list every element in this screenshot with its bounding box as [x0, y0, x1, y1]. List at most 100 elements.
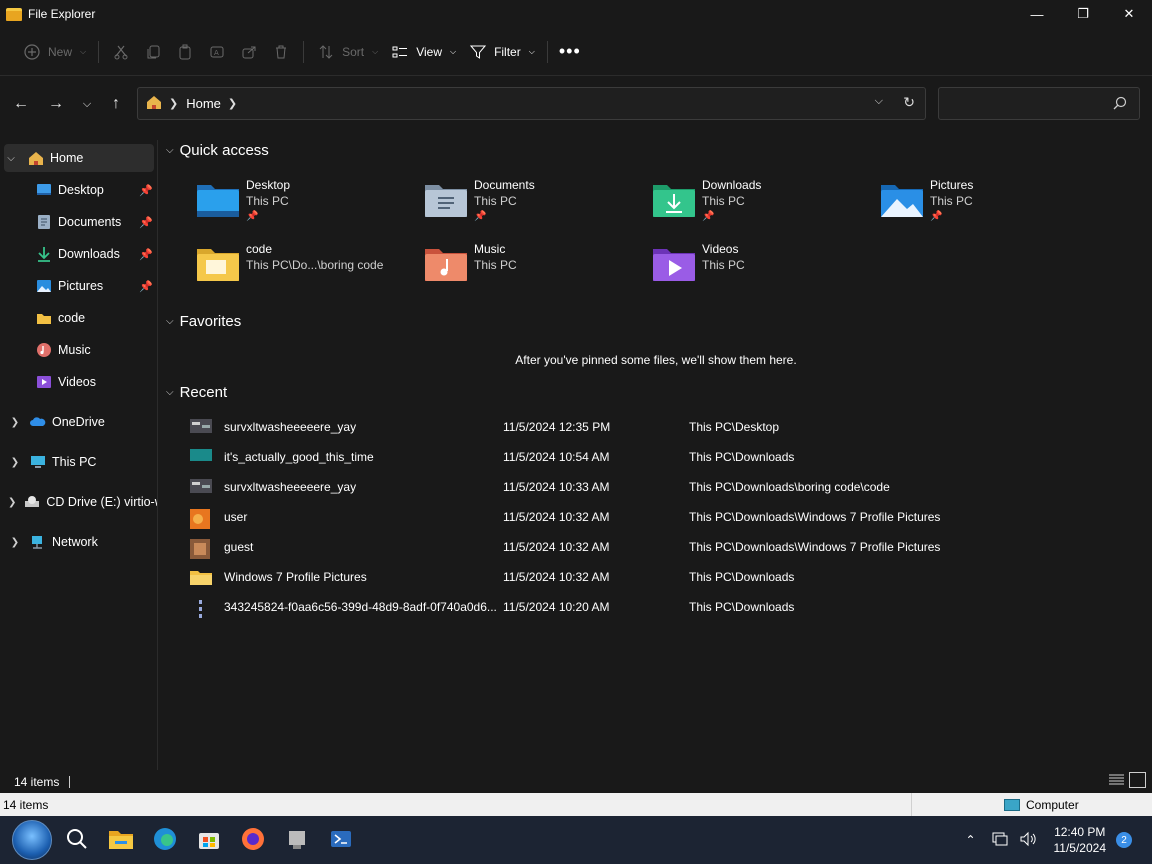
- powershell-taskbar-button[interactable]: [324, 824, 358, 856]
- list-item[interactable]: survxltwasheeeeere_yay 11/5/2024 12:35 P…: [190, 412, 1130, 442]
- copy-icon: [143, 42, 163, 62]
- file-date: 11/5/2024 10:32 AM: [503, 570, 610, 584]
- app-taskbar-button[interactable]: [280, 824, 314, 856]
- sidebar-item-home[interactable]: ⌵ Home: [4, 144, 154, 172]
- list-item[interactable]: Windows 7 Profile Pictures 11/5/2024 10:…: [190, 562, 1130, 592]
- favorites-empty-message: After you've pinned some files, we'll sh…: [515, 353, 797, 367]
- cut-button[interactable]: [105, 36, 137, 68]
- sidebar-item-label: Documents: [58, 215, 122, 229]
- quick-access-videos[interactable]: Videos This PC: [652, 241, 872, 297]
- sidebar-item-music[interactable]: Music: [0, 336, 157, 364]
- favorites-header[interactable]: ⌵ Favorites: [166, 313, 241, 330]
- network-icon[interactable]: [992, 831, 1008, 850]
- item-count: 14 items: [3, 797, 49, 812]
- sidebar-item-videos[interactable]: Videos: [0, 368, 157, 396]
- file-name: user: [224, 510, 248, 524]
- list-item[interactable]: 343245824-f0aa6c56-399d-48d9-8adf-0f740a…: [190, 592, 1130, 622]
- copy-button[interactable]: [137, 36, 169, 68]
- list-item[interactable]: guest 11/5/2024 10:32 AM This PC\Downloa…: [190, 532, 1130, 562]
- pin-icon[interactable]: 📌: [139, 280, 153, 293]
- sidebar-item-onedrive[interactable]: ❯ OneDrive: [0, 408, 157, 436]
- close-button[interactable]: ✕: [1106, 0, 1152, 28]
- pin-icon[interactable]: 📌: [139, 216, 153, 229]
- videos-folder-icon: [652, 244, 696, 282]
- sidebar-item-desktop[interactable]: Desktop 📌: [0, 176, 157, 204]
- notification-badge[interactable]: 2: [1116, 832, 1132, 848]
- file-location: This PC\Downloads: [689, 570, 795, 584]
- large-icons-view-button[interactable]: [1129, 772, 1146, 788]
- file-date: 11/5/2024 10:54 AM: [503, 450, 610, 464]
- view-button[interactable]: View ⌵: [384, 36, 462, 68]
- quick-access-documents[interactable]: Documents This PC 📌: [424, 177, 644, 233]
- start-button[interactable]: [12, 820, 52, 860]
- image-file-icon: [190, 419, 212, 435]
- chevron-right-icon[interactable]: ❯: [8, 537, 22, 548]
- restore-button[interactable]: ❐: [1060, 0, 1106, 28]
- desktop-icon: [36, 182, 52, 198]
- file-location: This PC\Desktop: [689, 420, 780, 434]
- search-icon: [66, 828, 88, 853]
- up-button[interactable]: ↑: [104, 92, 128, 116]
- chevron-right-icon[interactable]: ❯: [8, 457, 22, 468]
- volume-icon[interactable]: [1020, 831, 1036, 850]
- address-dropdown-icon[interactable]: ⌵: [875, 95, 883, 108]
- forward-button[interactable]: →: [44, 92, 68, 116]
- search-taskbar-button[interactable]: [60, 824, 94, 856]
- sidebar-item-pictures[interactable]: Pictures 📌: [0, 272, 157, 300]
- pin-icon[interactable]: 📌: [139, 248, 153, 261]
- sidebar-item-code[interactable]: code: [0, 304, 157, 332]
- recent-header[interactable]: ⌵ Recent: [166, 384, 227, 401]
- chevron-up-icon[interactable]: ⌃: [965, 833, 975, 847]
- item-count: 14 items: [14, 775, 60, 789]
- new-button[interactable]: New ⌵: [16, 36, 92, 68]
- sort-button[interactable]: Sort ⌵: [310, 36, 384, 68]
- clock[interactable]: 12:40 PM 11/5/2024: [1054, 824, 1107, 856]
- file-explorer-taskbar-button[interactable]: [104, 824, 138, 856]
- sidebar-item-this-pc[interactable]: ❯ This PC: [0, 448, 157, 476]
- sidebar-item-label: This PC: [52, 455, 97, 469]
- folder-icon: [108, 828, 134, 853]
- chevron-right-icon[interactable]: ❯: [8, 497, 16, 508]
- list-item[interactable]: user 11/5/2024 10:32 AM This PC\Download…: [190, 502, 1130, 532]
- minimize-button[interactable]: —: [1014, 0, 1060, 28]
- list-item[interactable]: survxltwasheeeeere_yay 11/5/2024 10:33 A…: [190, 472, 1130, 502]
- firefox-taskbar-button[interactable]: [236, 824, 270, 856]
- filter-button[interactable]: Filter ⌵: [462, 36, 541, 68]
- rename-button[interactable]: A: [201, 36, 233, 68]
- file-name: guest: [224, 540, 254, 554]
- more-options-button[interactable]: •••: [554, 36, 586, 68]
- sidebar-item-downloads[interactable]: Downloads 📌: [0, 240, 157, 268]
- edge-taskbar-button[interactable]: [148, 824, 182, 856]
- details-view-button[interactable]: [1108, 772, 1125, 788]
- refresh-icon[interactable]: ↻: [903, 94, 915, 111]
- quick-access-header[interactable]: ⌵ Quick access: [166, 142, 269, 159]
- list-item[interactable]: it's_actually_good_this_time 11/5/2024 1…: [190, 442, 1130, 472]
- recent-locations-button[interactable]: ⌵: [75, 92, 99, 116]
- tile-location: This PC: [702, 194, 745, 208]
- videos-icon: [36, 374, 52, 390]
- chevron-right-icon[interactable]: ❯: [8, 417, 22, 428]
- pin-icon[interactable]: 📌: [139, 184, 153, 197]
- quick-access-music[interactable]: Music This PC: [424, 241, 644, 297]
- quick-access-desktop[interactable]: Desktop This PC 📌: [196, 177, 416, 233]
- image-file-icon: [190, 509, 212, 529]
- quick-access-pictures[interactable]: Pictures This PC 📌: [880, 177, 1100, 233]
- sidebar-item-cd-drive[interactable]: ❯ CD Drive (E:) virtio-w: [0, 488, 157, 516]
- chevron-down-icon: ⌵: [166, 387, 174, 398]
- delete-button[interactable]: [265, 36, 297, 68]
- address-bar[interactable]: ❯ Home ❯ ⌵ ↻: [137, 87, 926, 120]
- chevron-right-icon[interactable]: ❯: [228, 97, 237, 110]
- share-button[interactable]: [233, 36, 265, 68]
- sidebar-item-network[interactable]: ❯ Network: [0, 528, 157, 556]
- quick-access-downloads[interactable]: Downloads This PC 📌: [652, 177, 872, 233]
- paste-button[interactable]: [169, 36, 201, 68]
- filter-label: Filter: [494, 44, 521, 59]
- search-input[interactable]: [938, 87, 1140, 120]
- back-button[interactable]: ←: [9, 92, 33, 116]
- breadcrumb-home[interactable]: Home: [186, 96, 221, 111]
- quick-access-code[interactable]: code This PC\Do...\boring code: [196, 241, 416, 297]
- file-location: This PC\Downloads\Windows 7 Profile Pict…: [689, 510, 941, 524]
- store-taskbar-button[interactable]: [192, 824, 226, 856]
- sidebar-item-documents[interactable]: Documents 📌: [0, 208, 157, 236]
- chevron-down-icon[interactable]: ⌵: [4, 153, 18, 164]
